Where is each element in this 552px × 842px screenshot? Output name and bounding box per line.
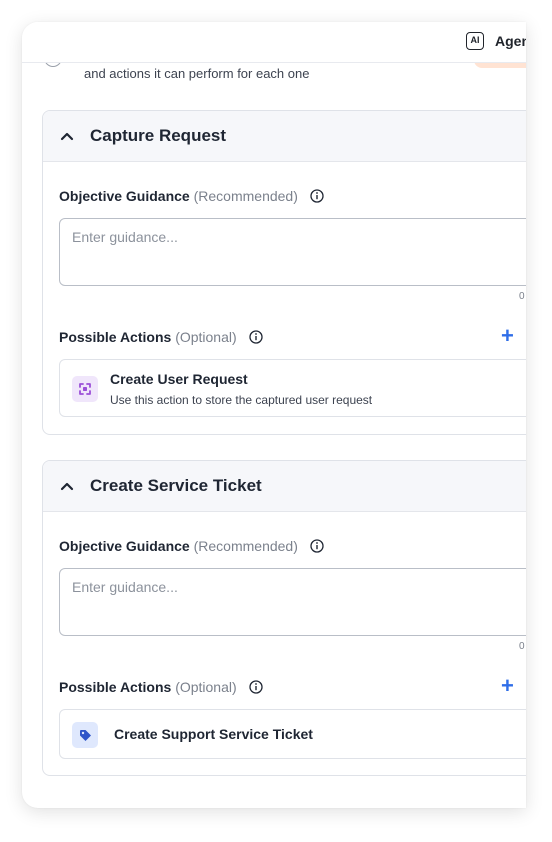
guidance-label-text: Objective Guidance [59,188,190,204]
add-action-button[interactable]: + [501,325,514,347]
agent-label[interactable]: Agen [495,33,526,49]
guidance-input[interactable]: Enter guidance... [59,568,526,636]
character-counter: 0 [519,641,525,652]
chevron-up-icon[interactable] [59,478,75,494]
action-title: Create Support Service Ticket [114,726,313,742]
section-header[interactable]: Create Service Ticket [43,461,526,512]
action-description: Use this action to store the captured us… [110,393,373,407]
intro-text: and actions it can perform for each one [84,66,310,81]
section-title: Create Service Ticket [90,476,262,495]
top-bar: AI Agen [22,22,526,63]
agent-config-panel: AI Agen and actions it can perform for e… [22,22,526,808]
possible-actions-label: Possible Actions (Optional) [59,329,263,345]
section-title: Capture Request [90,126,227,145]
add-action-button[interactable]: + [501,675,514,697]
actions-hint-text: (Optional) [175,679,237,695]
action-title: Create User Request [110,371,248,387]
action-card-create-user-request[interactable]: Create User Request Use this action to s… [59,359,526,417]
chevron-up-icon[interactable] [59,128,75,144]
info-icon[interactable] [248,330,263,344]
section-capture-request: Capture Request Objective Guidance (Reco… [42,110,526,435]
guidance-label-text: Objective Guidance [59,538,190,554]
ai-icon: AI [466,32,484,50]
objective-guidance-label: Objective Guidance (Recommended) [59,188,324,204]
info-icon[interactable] [310,539,324,553]
possible-actions-label: Possible Actions (Optional) [59,679,263,695]
actions-label-text: Possible Actions [59,329,172,345]
section-header[interactable]: Capture Request [43,111,526,162]
guidance-input[interactable]: Enter guidance... [59,218,526,286]
actions-hint-text: (Optional) [175,329,237,345]
guidance-hint-text: (Recommended) [193,538,298,554]
info-icon[interactable] [248,680,263,694]
action-card-create-support-service-ticket[interactable]: Create Support Service Ticket [59,709,526,759]
guidance-hint-text: (Recommended) [193,188,298,204]
actions-label-text: Possible Actions [59,679,172,695]
character-counter: 0 [519,291,525,302]
info-icon[interactable] [310,189,324,203]
objective-guidance-label: Objective Guidance (Recommended) [59,538,324,554]
tag-icon [72,722,98,748]
section-create-service-ticket: Create Service Ticket Objective Guidance… [42,460,526,776]
expand-icon [72,376,98,402]
